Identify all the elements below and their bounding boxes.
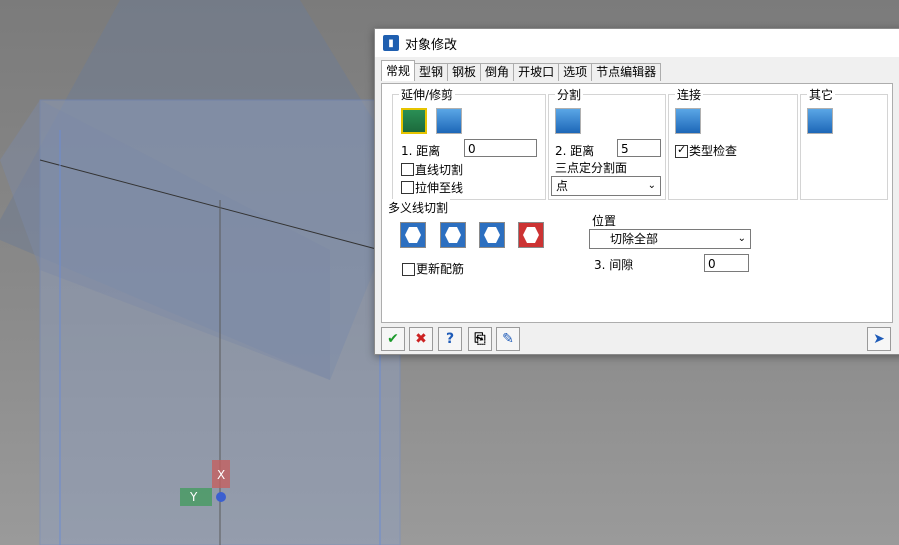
polyline-cut-icon-3[interactable] xyxy=(479,222,505,248)
three-point-select[interactable]: 点 ⌄ xyxy=(551,176,661,196)
svg-text:Y: Y xyxy=(189,490,198,504)
chevron-down-icon: ⌄ xyxy=(737,233,746,244)
chevron-down-icon: ⌄ xyxy=(647,180,656,191)
tab-panel-general: 延伸/修剪 1. 距离 0 直线切割 拉伸至线 分割 2. 距离 5 三点定分割… xyxy=(381,83,893,323)
check-icon[interactable]: ✔ xyxy=(381,327,405,351)
app-icon: ▮ xyxy=(383,35,399,51)
tab-chamfer[interactable]: 倒角 xyxy=(480,63,515,81)
tab-strip: 常规 型钢 钢板 倒角 开坡口 选项 节点编辑器 xyxy=(381,60,662,83)
type-check-label: 类型检查 xyxy=(689,144,738,158)
gap-input[interactable]: 0 xyxy=(704,254,749,272)
update-rebar-checkbox[interactable] xyxy=(402,263,415,276)
update-rebar-label: 更新配筋 xyxy=(416,262,465,276)
tab-bevel[interactable]: 开坡口 xyxy=(513,63,560,81)
tab-plate[interactable]: 钢板 xyxy=(447,63,482,81)
tab-profile[interactable]: 型钢 xyxy=(414,63,449,81)
stretch-to-line-label: 拉伸至线 xyxy=(415,181,464,195)
three-point-label: 三点定分割面 xyxy=(555,161,628,175)
titlebar: ▮ 对象修改 xyxy=(375,29,899,57)
help-icon[interactable]: ? xyxy=(438,327,462,351)
three-point-value: 点 xyxy=(556,179,569,193)
group-extend-trim: 延伸/修剪 1. 距离 0 直线切割 拉伸至线 xyxy=(392,86,546,200)
group-other: 其它 xyxy=(800,86,888,200)
group-title-extend-trim: 延伸/修剪 xyxy=(399,86,456,103)
other-tool-icon[interactable] xyxy=(807,108,833,134)
svg-text:X: X xyxy=(217,468,225,482)
distance-2-label: 2. 距离 xyxy=(555,144,595,158)
polyline-cut-icon-4[interactable] xyxy=(518,222,544,248)
copy-icon[interactable]: ⎘ xyxy=(468,327,492,351)
position-value: 切除全部 xyxy=(610,232,659,246)
window-title: 对象修改 xyxy=(405,37,458,53)
position-select[interactable]: 切除全部 ⌄ xyxy=(589,229,751,249)
bottom-toolbar: ✔ ✖ ? ⎘ ✎ ➤ xyxy=(375,325,899,353)
position-label: 位置 xyxy=(592,214,617,228)
pin-icon[interactable]: ➤ xyxy=(867,327,891,351)
group-polyline-cut: 多义线切割 更新配筋 位置 切除全部 ⌄ 3. 间隙 0 xyxy=(386,199,886,316)
stretch-to-line-checkbox[interactable] xyxy=(401,181,414,194)
type-check-checkbox[interactable] xyxy=(675,143,688,158)
gap-label: 3. 间隙 xyxy=(594,258,634,272)
group-split: 分割 2. 距离 5 三点定分割面 点 ⌄ xyxy=(548,86,666,200)
distance-2-input[interactable]: 5 xyxy=(617,139,661,157)
split-icon[interactable] xyxy=(555,108,581,134)
group-title-polyline-cut: 多义线切割 xyxy=(386,199,451,216)
connect-icon[interactable] xyxy=(675,108,701,134)
group-title-split: 分割 xyxy=(555,86,584,103)
group-title-other: 其它 xyxy=(807,86,836,103)
tab-options[interactable]: 选项 xyxy=(558,63,593,81)
group-title-connect: 连接 xyxy=(675,86,704,103)
straight-cut-checkbox[interactable] xyxy=(401,163,414,176)
polyline-cut-icon-1[interactable] xyxy=(400,222,426,248)
tab-general[interactable]: 常规 xyxy=(381,60,416,81)
extend-icon[interactable] xyxy=(401,108,427,134)
group-connect: 连接 类型检查 xyxy=(668,86,798,200)
tab-node-editor[interactable]: 节点编辑器 xyxy=(591,63,662,81)
distance-1-label: 1. 距离 xyxy=(401,144,441,158)
polyline-cut-icon-2[interactable] xyxy=(440,222,466,248)
edit-icon[interactable]: ✎ xyxy=(496,327,520,351)
straight-cut-label: 直线切割 xyxy=(415,163,464,177)
cancel-icon[interactable]: ✖ xyxy=(409,327,433,351)
trim-icon[interactable] xyxy=(436,108,462,134)
object-modify-dialog: ▮ 对象修改 常规 型钢 钢板 倒角 开坡口 选项 节点编辑器 延伸/修剪 1.… xyxy=(374,28,899,355)
distance-1-input[interactable]: 0 xyxy=(464,139,537,157)
